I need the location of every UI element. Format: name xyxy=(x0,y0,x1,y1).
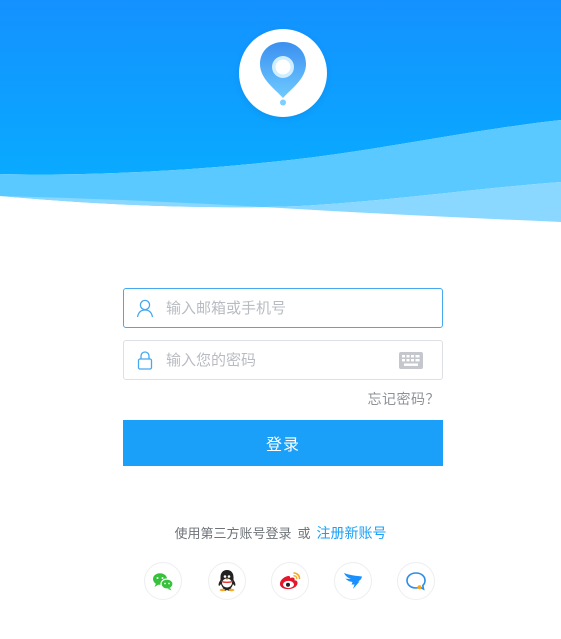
chat-login-button[interactable] xyxy=(397,562,435,600)
keyboard-icon[interactable] xyxy=(399,352,423,369)
chat-bubble-icon xyxy=(406,572,426,591)
qq-login-button[interactable] xyxy=(208,562,246,600)
forgot-password-link[interactable]: 忘记密码？ xyxy=(368,389,441,409)
map-pin-icon xyxy=(260,42,306,106)
user-icon xyxy=(136,299,154,318)
password-input[interactable] xyxy=(166,341,396,379)
third-party-prefix: 使用第三方账号登录 xyxy=(174,527,292,542)
weibo-login-button[interactable] xyxy=(271,562,309,600)
or-text: 或 xyxy=(297,527,311,542)
third-party-login-text: 使用第三方账号登录或注册新账号 xyxy=(0,523,561,543)
dingtalk-icon xyxy=(344,573,362,589)
social-login-bar xyxy=(0,562,561,602)
password-field xyxy=(123,340,443,380)
email-field xyxy=(123,288,443,328)
qq-icon xyxy=(218,570,236,592)
wechat-icon xyxy=(153,573,174,591)
login-button[interactable]: 登录 xyxy=(123,420,443,466)
wechat-login-button[interactable] xyxy=(144,562,182,600)
lock-icon xyxy=(137,351,153,370)
weibo-icon xyxy=(279,572,301,590)
email-input[interactable] xyxy=(166,289,396,327)
logo xyxy=(239,29,327,117)
dingtalk-login-button[interactable] xyxy=(334,562,372,600)
register-link[interactable]: 注册新账号 xyxy=(317,526,387,542)
